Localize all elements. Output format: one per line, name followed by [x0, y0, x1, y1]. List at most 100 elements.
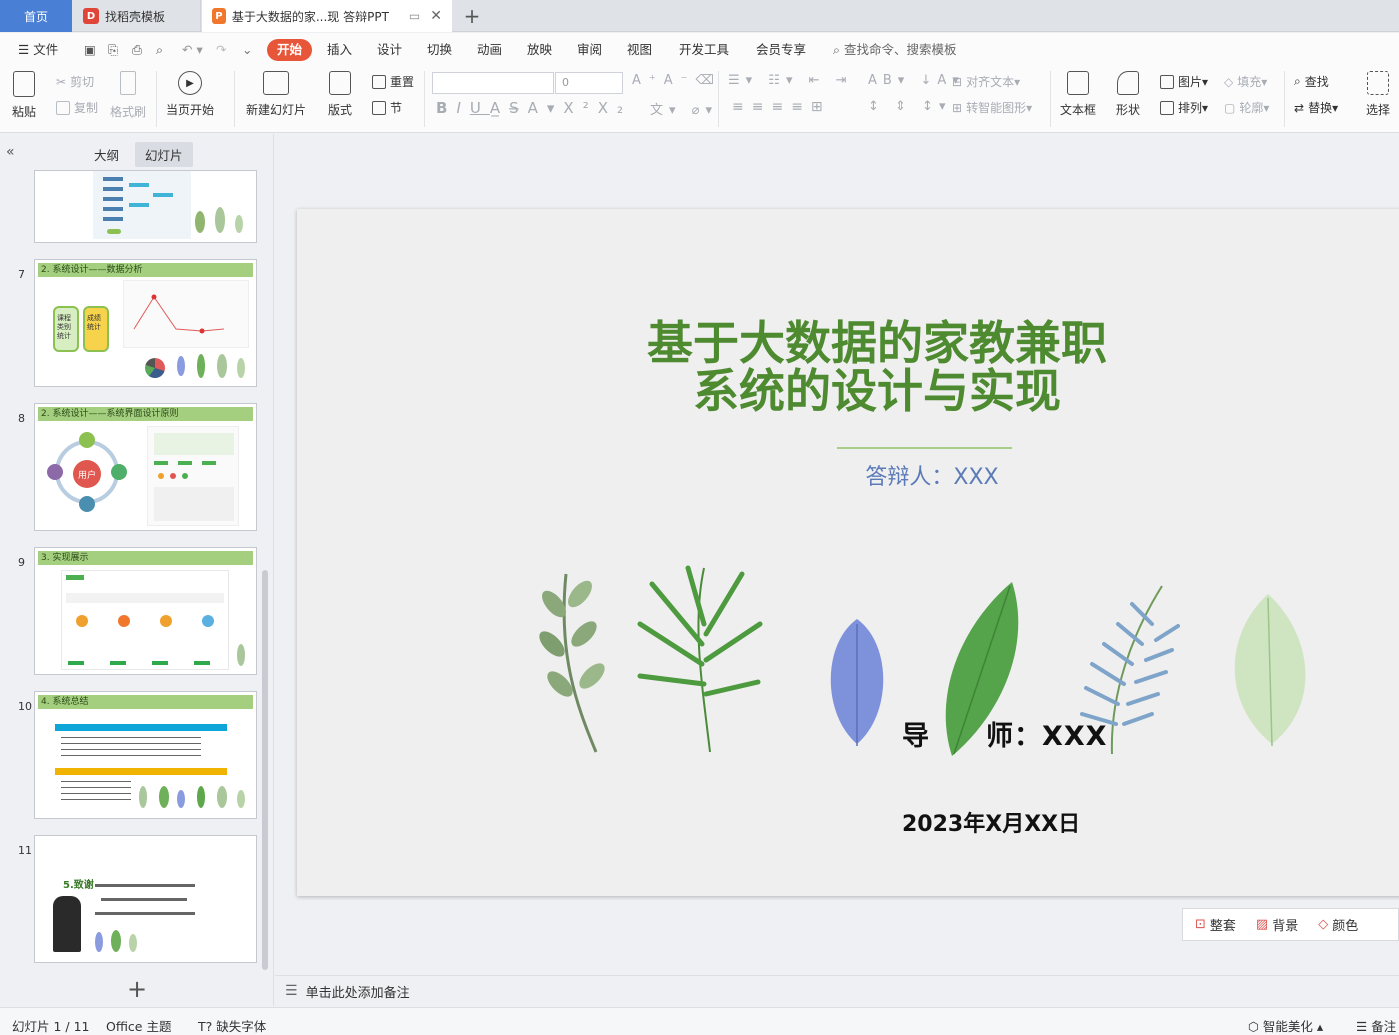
preview-icon[interactable]: ⌕ — [150, 39, 169, 61]
text-direction-icons[interactable]: AB▾ ↓A▾ — [868, 73, 965, 88]
notes-area[interactable]: ☰ 单击此处添加备注 — [275, 975, 1399, 1006]
menu-start[interactable]: 开始 — [267, 39, 313, 61]
notes-placeholder: 单击此处添加备注 — [305, 985, 410, 1001]
menu-review[interactable]: 审阅 — [571, 39, 608, 61]
font-style-icons[interactable]: B I U A̲S̶A▾X²X₂ — [436, 99, 632, 117]
collapse-icon[interactable]: « — [6, 144, 15, 160]
missing-font-button[interactable]: T? 缺失字体 — [198, 1016, 266, 1035]
play-from-current-button[interactable]: ▶ 当页开始 — [166, 71, 214, 118]
beautify-button[interactable]: ⬡ 智能美化 ▴ — [1248, 1016, 1323, 1035]
undo-icon[interactable]: ↶ ▾ — [176, 39, 209, 61]
menu-developer[interactable]: 开发工具 — [673, 39, 735, 61]
smart-shape-button[interactable]: ⊞ 转智能图形 ▾ — [952, 99, 1032, 116]
copy-button[interactable]: 复制 — [56, 99, 98, 116]
color-button[interactable]: ◇ 颜色 — [1318, 915, 1358, 934]
textbox-button[interactable]: 文本框 — [1060, 71, 1096, 118]
theme-name[interactable]: Office 主题 — [106, 1016, 171, 1035]
slide-number: 7 — [18, 268, 25, 281]
font-grow-shrink-icons[interactable]: A⁺A⁻⌫ — [632, 73, 722, 88]
outline-icon: ▢ — [1224, 100, 1236, 115]
new-slide-button[interactable]: 新建幻灯片 — [246, 71, 306, 118]
list-indent-icons[interactable]: ☰▾ ☷▾ ⇤ ⇥ — [728, 73, 853, 88]
export-icon[interactable]: ⎘ — [102, 39, 124, 61]
align-text-button[interactable]: ⊟ 对齐文本 ▾ — [952, 73, 1020, 90]
mentor-text[interactable]: 导 师：XXX — [902, 714, 1107, 753]
slide-canvas[interactable]: 基于大数据的家教兼职 系统的设计与实现 答辩人：XXX 导 师：XXX 2023… — [297, 209, 1399, 896]
paste-button[interactable]: 粘贴 — [12, 71, 36, 120]
menu-transition[interactable]: 切换 — [421, 39, 458, 61]
add-slide-icon[interactable]: + — [127, 975, 147, 1003]
tidy-button[interactable]: ⊡ 整套 — [1195, 915, 1236, 934]
replace-button[interactable]: ⇄ 替换 ▾ — [1294, 99, 1338, 116]
tab-document[interactable]: P 基于大数据的家...现 答辩PPT ▭ ✕ — [202, 0, 452, 32]
date-text[interactable]: 2023年X月XX日 — [902, 806, 1080, 838]
play-icon: ▶ — [178, 71, 202, 95]
slide-thumbnail-10[interactable]: 4. 系统总结 — [34, 691, 257, 819]
menu-view[interactable]: 视图 — [621, 39, 658, 61]
outline-button[interactable]: ▢ 轮廓 ▾ — [1224, 99, 1269, 116]
customize-icon[interactable]: ⌄ — [236, 39, 258, 61]
section-button[interactable]: 节 — [372, 99, 402, 116]
slide-thumbnail-6[interactable] — [34, 170, 257, 243]
docer-icon: D — [83, 8, 99, 24]
text-lines — [61, 778, 131, 802]
find-button[interactable]: ⌕ 查找 — [1294, 73, 1329, 90]
menu-slideshow[interactable]: 放映 — [521, 39, 558, 61]
leaf-palm-green — [637, 565, 763, 753]
layout-button[interactable]: 版式 — [328, 71, 352, 118]
phonetic-highlight-icons[interactable]: 文▾ ⌀▾ — [650, 99, 718, 118]
slide-thumbnail-11[interactable]: 5.致谢 — [34, 835, 257, 963]
menu-design[interactable]: 设计 — [371, 39, 408, 61]
file-menu[interactable]: ☰ 文件 — [12, 39, 64, 61]
tab-outline[interactable]: 大纲 — [84, 142, 129, 167]
leaf-icon — [95, 932, 103, 952]
format-painter-button[interactable]: 格式刷 — [110, 71, 146, 120]
tab-home[interactable]: 首页 — [0, 0, 72, 32]
save-icon[interactable]: ▣ — [78, 39, 102, 61]
background-button[interactable]: ▨ 背景 — [1256, 915, 1298, 934]
font-size-select[interactable]: 0 — [555, 72, 623, 94]
leaf-icon — [197, 354, 205, 378]
tab-slides[interactable]: 幻灯片 — [135, 142, 193, 167]
command-search[interactable]: ⌕ 查找命令、搜索模板 — [827, 39, 963, 61]
paragraph-align-icons[interactable]: ≡≡≡≡⊞ — [732, 99, 831, 115]
slide-thumbnail-7[interactable]: 2. 系统设计——数据分析 课程类别统计 成绩统计 — [34, 259, 257, 387]
score-stat-box: 成绩统计 — [83, 306, 109, 352]
shape-button[interactable]: 形状 — [1116, 71, 1140, 118]
menu-animation[interactable]: 动画 — [471, 39, 508, 61]
graduate-figure — [53, 896, 81, 952]
defender-text[interactable]: 答辩人：XXX — [817, 459, 1047, 491]
notes-toggle[interactable]: ☰ 备注 — [1356, 1016, 1396, 1035]
paste-label: 粘贴 — [12, 105, 37, 119]
menu-member[interactable]: 会员专享 — [750, 39, 812, 61]
select-button[interactable]: 选择 — [1366, 71, 1390, 118]
leaf-pale-green — [1234, 594, 1306, 747]
panel-scrollbar[interactable] — [262, 570, 268, 970]
ribbon-divider — [156, 71, 157, 127]
slide-title-line2: 系统的设计与实现 — [693, 364, 1061, 418]
arrange-button[interactable]: 排列 ▾ — [1160, 99, 1208, 116]
tab-templates[interactable]: D 找稻壳模板 — [73, 0, 201, 32]
redo-icon[interactable]: ↷ — [210, 39, 232, 61]
line-spacing-icons[interactable]: ↕ ⇕ ↕▾ — [868, 99, 951, 114]
slide-title[interactable]: 基于大数据的家教兼职 系统的设计与实现 — [557, 319, 1197, 415]
align-text-label: 对齐文本 — [966, 75, 1015, 89]
clipboard-icon — [13, 71, 35, 97]
reset-icon — [372, 74, 386, 89]
cut-button[interactable]: ✂ 剪切 — [56, 73, 94, 90]
design-floatbar: ⊡ 整套 ▨ 背景 ◇ 颜色 — [1182, 908, 1399, 941]
add-tab-icon[interactable]: + — [458, 0, 486, 32]
print-icon[interactable]: ⎙ — [126, 39, 148, 61]
align-text-icon: ⊟ — [952, 74, 963, 89]
reset-button[interactable]: 重置 — [372, 73, 414, 90]
picture-button[interactable]: 图片 ▾ — [1160, 73, 1208, 90]
font-name-select[interactable] — [432, 72, 554, 94]
slide-thumbnail-9[interactable]: 3. 实现展示 — [34, 547, 257, 675]
close-icon[interactable]: ✕ — [430, 8, 442, 24]
cycle-node — [79, 496, 95, 512]
fill-button[interactable]: ◇ 填充 ▾ — [1224, 73, 1267, 90]
cycle-node — [111, 464, 127, 480]
monitor-icon[interactable]: ▭ — [409, 9, 420, 23]
menu-insert[interactable]: 插入 — [321, 39, 358, 61]
slide-thumbnail-8[interactable]: 2. 系统设计——系统界面设计原则 用户 — [34, 403, 257, 531]
